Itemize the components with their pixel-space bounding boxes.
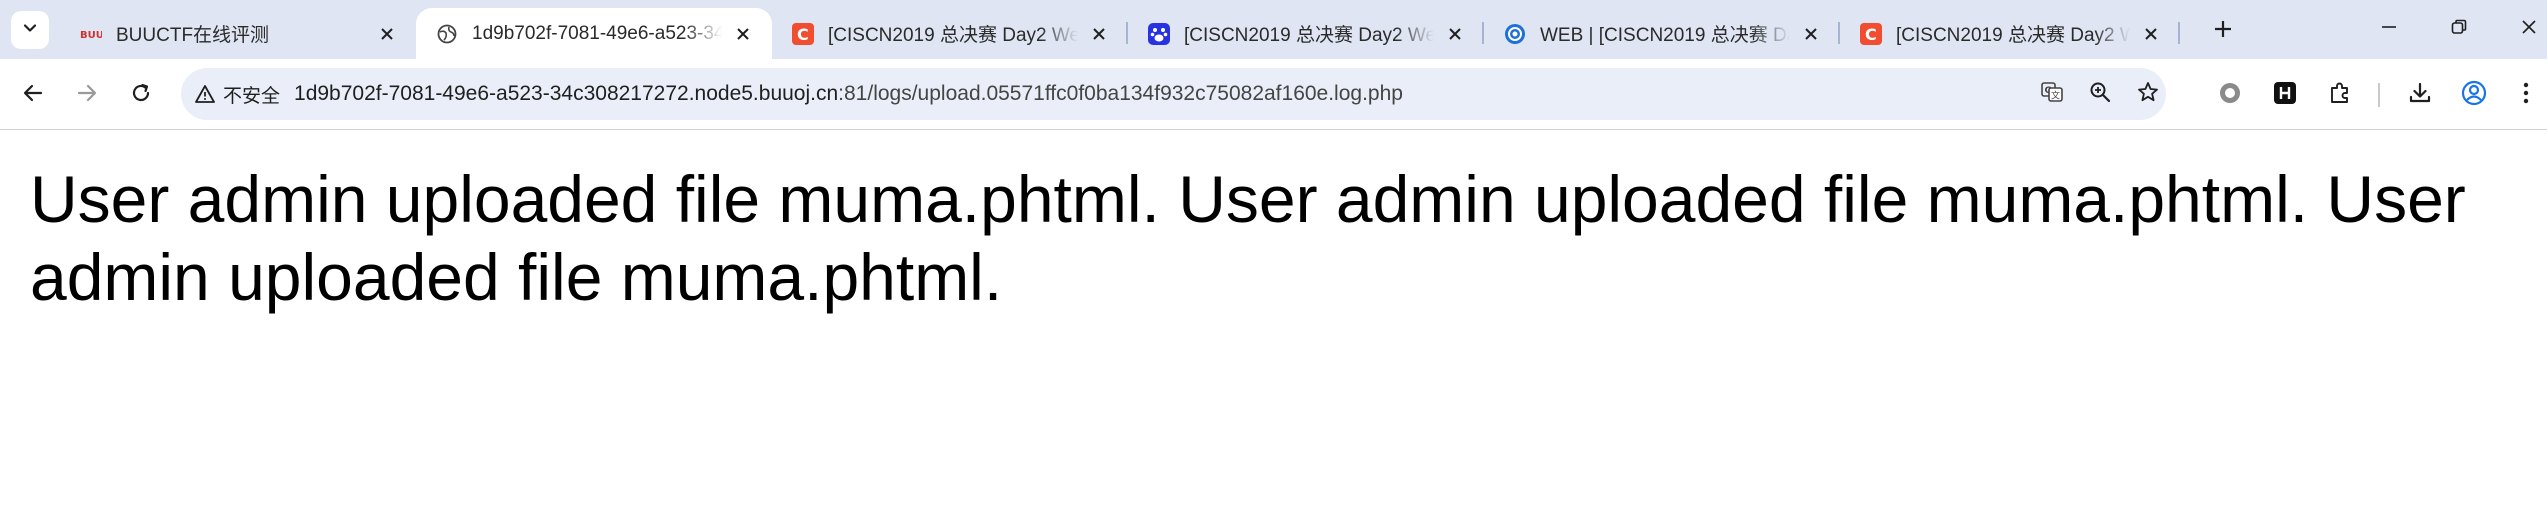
close-icon[interactable]	[2138, 21, 2164, 47]
url-text[interactable]: 1d9b702f-7081-49e6-a523-34c308217272.nod…	[294, 82, 1403, 106]
csdn-icon: C	[1860, 22, 1882, 45]
security-label: 不安全	[223, 85, 281, 107]
toolbar-divider	[2378, 83, 2380, 107]
translate-button[interactable]: G文	[2035, 77, 2069, 111]
new-tab-button[interactable]	[2208, 16, 2238, 46]
download-icon	[2408, 81, 2432, 110]
reload-icon	[130, 82, 152, 109]
arrow-right-icon	[76, 82, 98, 109]
close-icon	[2520, 18, 2538, 41]
star-icon	[2137, 81, 2159, 108]
bookmark-button[interactable]	[2131, 77, 2165, 111]
tab-title: [CISCN2019 总决赛 Day2 Web1]Easyweb	[1896, 25, 2130, 46]
chevron-down-icon	[21, 19, 39, 42]
url-host: 1d9b702f-7081-49e6-a523-34c308217272.nod…	[294, 82, 839, 105]
arrow-left-icon	[22, 82, 44, 109]
close-icon[interactable]	[1798, 21, 1824, 47]
restore-button[interactable]	[2424, 0, 2494, 59]
tab-csdn-2[interactable]: C [CISCN2019 总决赛 Day2 Web1]Easyweb	[1840, 8, 2180, 59]
browser-toolbar: 不安全 1d9b702f-7081-49e6-a523-34c308217272…	[0, 59, 2547, 130]
blue-circle-icon	[1504, 23, 1526, 45]
puzzle-icon	[2328, 81, 2352, 110]
profile-icon	[2461, 80, 2487, 111]
close-icon[interactable]	[1442, 21, 1468, 47]
menu-button[interactable]	[2509, 78, 2543, 112]
plus-icon	[2213, 19, 2233, 44]
profile-button[interactable]	[2457, 78, 2491, 112]
tab-web-blog[interactable]: WEB | [CISCN2019 总决赛 Day2 Web1]Easyweb	[1484, 8, 1840, 59]
tab-list: BUU BUUCTF在线评测 1d9b702f-7081-49e6-a523-3…	[60, 8, 2180, 59]
csdn-icon: C	[792, 22, 814, 45]
security-chip[interactable]: 不安全	[195, 81, 280, 108]
downloads-button[interactable]	[2403, 78, 2437, 112]
close-icon[interactable]	[730, 21, 756, 47]
restore-icon	[2450, 18, 2468, 41]
tab-csdn-1[interactable]: C [CISCN2019 总决赛 Day2 Web1]Easyweb	[772, 8, 1128, 59]
back-button[interactable]	[16, 78, 50, 112]
log-text: User admin uploaded file muma.phtml. Use…	[30, 162, 2466, 314]
close-icon[interactable]	[374, 21, 400, 47]
reload-button[interactable]	[124, 78, 158, 112]
baidu-paw-icon	[1148, 22, 1170, 45]
svg-text:C: C	[797, 25, 809, 44]
extension-circle-button[interactable]	[2213, 78, 2247, 112]
tab-search-button[interactable]	[11, 11, 49, 49]
more-vert-icon	[2522, 81, 2530, 110]
globe-icon	[436, 23, 458, 45]
minimize-icon	[2380, 18, 2398, 41]
zoom-button[interactable]	[2083, 77, 2117, 111]
tab-title: WEB | [CISCN2019 总决赛 Day2 Web1]Easyweb	[1540, 25, 1790, 46]
extension-black-button[interactable]	[2268, 78, 2302, 112]
tab-log-page[interactable]: 1d9b702f-7081-49e6-a523-34c308217272.nod…	[416, 8, 772, 59]
tab-title: 1d9b702f-7081-49e6-a523-34c308217272.nod…	[472, 22, 722, 44]
extensions-button[interactable]	[2323, 78, 2357, 112]
tab-buuctf[interactable]: BUU BUUCTF在线评测	[60, 8, 416, 59]
tab-title: [CISCN2019 总决赛 Day2 Web1]Easyweb	[828, 25, 1078, 46]
address-bar[interactable]: 不安全 1d9b702f-7081-49e6-a523-34c308217272…	[181, 68, 2166, 120]
forward-button[interactable]	[70, 78, 104, 112]
tab-title: BUUCTF在线评测	[116, 25, 270, 46]
translate-icon: G文	[2040, 80, 2064, 109]
tab-baidu[interactable]: [CISCN2019 总决赛 Day2 Web1]Easyweb	[1128, 8, 1484, 59]
svg-text:文: 文	[2051, 89, 2060, 101]
page-content: User admin uploaded file muma.phtml. Use…	[0, 130, 2547, 316]
minimize-button[interactable]	[2354, 0, 2424, 59]
svg-text:BUU: BUU	[80, 30, 102, 41]
svg-text:C: C	[1865, 25, 1877, 44]
tab-strip: BUU BUUCTF在线评测 1d9b702f-7081-49e6-a523-3…	[0, 0, 2547, 59]
warning-triangle-icon	[195, 84, 215, 104]
url-path: :81/logs/upload.05571ffc0f0ba134f932c750…	[838, 82, 1403, 105]
tab-title: [CISCN2019 总决赛 Day2 Web1]Easyweb	[1184, 25, 1434, 46]
close-window-button[interactable]	[2494, 0, 2547, 59]
tab-divider	[2178, 22, 2180, 44]
zoom-icon	[2089, 81, 2111, 108]
black-square-extension-icon	[2274, 81, 2296, 109]
buuctf-favicon: BUU	[80, 23, 102, 45]
close-icon[interactable]	[1086, 21, 1112, 47]
circle-extension-icon	[2218, 81, 2242, 110]
